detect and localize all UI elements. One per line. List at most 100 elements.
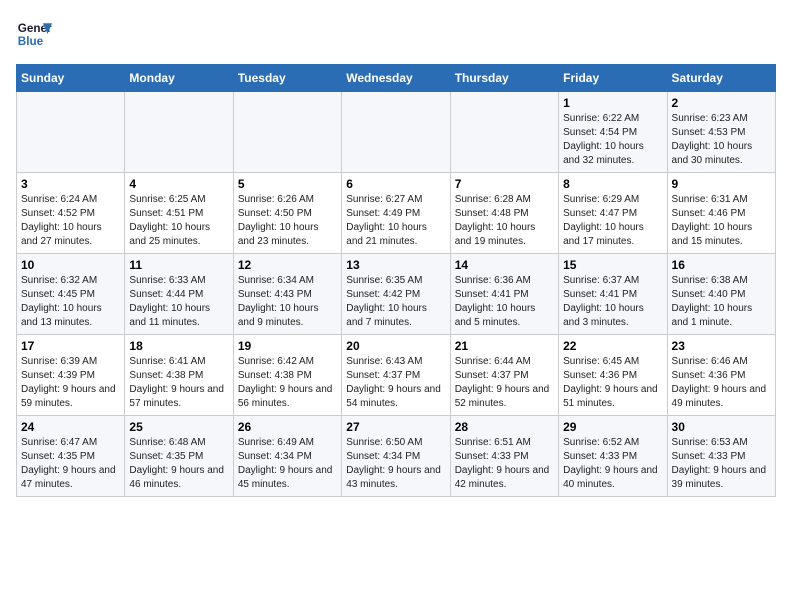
day-number: 20 [346, 339, 445, 353]
day-info: Sunrise: 6:31 AM Sunset: 4:46 PM Dayligh… [672, 193, 771, 249]
weekday-header: Wednesday [342, 65, 450, 92]
calendar-cell: 25 Sunrise: 6:48 AM Sunset: 4:35 PM Dayli… [125, 416, 233, 497]
day-number: 7 [455, 177, 554, 191]
calendar-cell: 24 Sunrise: 6:47 AM Sunset: 4:35 PM Dayli… [17, 416, 125, 497]
day-number: 4 [129, 177, 228, 191]
day-number: 9 [672, 177, 771, 191]
page-header: General Blue [16, 16, 776, 52]
calendar-week: 3 Sunrise: 6:24 AM Sunset: 4:52 PM Daylig… [17, 173, 776, 254]
calendar-cell: 29Sunrise: 6:52 AM Sunset: 4:33 PM Dayli… [559, 416, 667, 497]
day-number: 30 [672, 420, 771, 434]
day-info: Sunrise: 6:49 AM Sunset: 4:34 PM Dayligh… [238, 436, 337, 492]
day-info: Sunrise: 6:36 AM Sunset: 4:41 PM Dayligh… [455, 274, 554, 330]
day-number: 3 [21, 177, 120, 191]
calendar-cell [342, 92, 450, 173]
day-number: 1 [563, 96, 662, 110]
day-info: Sunrise: 6:47 AM Sunset: 4:35 PM Dayligh… [21, 436, 120, 492]
calendar-cell: 17 Sunrise: 6:39 AM Sunset: 4:39 PM Dayli… [17, 335, 125, 416]
day-info: Sunrise: 6:45 AM Sunset: 4:36 PM Dayligh… [563, 355, 662, 411]
day-info: Sunrise: 6:29 AM Sunset: 4:47 PM Dayligh… [563, 193, 662, 249]
day-number: 17 [21, 339, 120, 353]
day-info: Sunrise: 6:32 AM Sunset: 4:45 PM Dayligh… [21, 274, 120, 330]
calendar-cell: 12 Sunrise: 6:34 AM Sunset: 4:43 PM Dayli… [233, 254, 341, 335]
calendar-cell: 15 Sunrise: 6:37 AM Sunset: 4:41 PM Dayli… [559, 254, 667, 335]
day-number: 13 [346, 258, 445, 272]
day-number: 8 [563, 177, 662, 191]
day-number: 15 [563, 258, 662, 272]
calendar-cell: 19 Sunrise: 6:42 AM Sunset: 4:38 PM Dayli… [233, 335, 341, 416]
calendar-cell: 8 Sunrise: 6:29 AM Sunset: 4:47 PM Daylig… [559, 173, 667, 254]
day-number: 23 [672, 339, 771, 353]
day-info: Sunrise: 6:35 AM Sunset: 4:42 PM Dayligh… [346, 274, 445, 330]
day-info: Sunrise: 6:43 AM Sunset: 4:37 PM Dayligh… [346, 355, 445, 411]
svg-text:Blue: Blue [18, 35, 44, 48]
calendar-cell: 20 Sunrise: 6:43 AM Sunset: 4:37 PM Dayli… [342, 335, 450, 416]
day-number: 18 [129, 339, 228, 353]
calendar-cell: 10Sunrise: 6:32 AM Sunset: 4:45 PM Dayli… [17, 254, 125, 335]
calendar-cell: 1 Sunrise: 6:22 AM Sunset: 4:54 PM Daylig… [559, 92, 667, 173]
day-number: 28 [455, 420, 554, 434]
calendar-cell [233, 92, 341, 173]
calendar-cell [450, 92, 558, 173]
day-info: Sunrise: 6:38 AM Sunset: 4:40 PM Dayligh… [672, 274, 771, 330]
calendar-body: 1 Sunrise: 6:22 AM Sunset: 4:54 PM Daylig… [17, 92, 776, 497]
weekday-header: Thursday [450, 65, 558, 92]
day-info: Sunrise: 6:39 AM Sunset: 4:39 PM Dayligh… [21, 355, 120, 411]
day-number: 12 [238, 258, 337, 272]
day-info: Sunrise: 6:52 AM Sunset: 4:33 PM Dayligh… [563, 436, 662, 492]
calendar-cell: 21Sunrise: 6:44 AM Sunset: 4:37 PM Dayli… [450, 335, 558, 416]
day-info: Sunrise: 6:28 AM Sunset: 4:48 PM Dayligh… [455, 193, 554, 249]
day-info: Sunrise: 6:23 AM Sunset: 4:53 PM Dayligh… [672, 112, 771, 168]
day-info: Sunrise: 6:44 AM Sunset: 4:37 PM Dayligh… [455, 355, 554, 411]
day-info: Sunrise: 6:27 AM Sunset: 4:49 PM Dayligh… [346, 193, 445, 249]
day-info: Sunrise: 6:37 AM Sunset: 4:41 PM Dayligh… [563, 274, 662, 330]
day-info: Sunrise: 6:34 AM Sunset: 4:43 PM Dayligh… [238, 274, 337, 330]
calendar-cell: 22 Sunrise: 6:45 AM Sunset: 4:36 PM Dayli… [559, 335, 667, 416]
calendar-cell: 18 Sunrise: 6:41 AM Sunset: 4:38 PM Dayli… [125, 335, 233, 416]
day-number: 27 [346, 420, 445, 434]
weekday-header: Tuesday [233, 65, 341, 92]
calendar-cell: 16 Sunrise: 6:38 AM Sunset: 4:40 PM Dayli… [667, 254, 775, 335]
calendar-cell: 2 Sunrise: 6:23 AM Sunset: 4:53 PM Daylig… [667, 92, 775, 173]
day-number: 16 [672, 258, 771, 272]
calendar-table: SundayMondayTuesdayWednesdayThursdayFrid… [16, 64, 776, 497]
day-number: 2 [672, 96, 771, 110]
calendar-cell: 9 Sunrise: 6:31 AM Sunset: 4:46 PM Daylig… [667, 173, 775, 254]
day-info: Sunrise: 6:48 AM Sunset: 4:35 PM Dayligh… [129, 436, 228, 492]
day-number: 22 [563, 339, 662, 353]
calendar-cell: 30 Sunrise: 6:53 AM Sunset: 4:33 PM Dayli… [667, 416, 775, 497]
calendar-cell: 23 Sunrise: 6:46 AM Sunset: 4:36 PM Dayli… [667, 335, 775, 416]
logo: General Blue [16, 16, 52, 52]
weekday-header: Saturday [667, 65, 775, 92]
calendar-cell: 27 Sunrise: 6:50 AM Sunset: 4:34 PM Dayli… [342, 416, 450, 497]
calendar-cell: 7 Sunrise: 6:28 AM Sunset: 4:48 PM Daylig… [450, 173, 558, 254]
day-number: 19 [238, 339, 337, 353]
day-info: Sunrise: 6:53 AM Sunset: 4:33 PM Dayligh… [672, 436, 771, 492]
day-number: 26 [238, 420, 337, 434]
day-info: Sunrise: 6:25 AM Sunset: 4:51 PM Dayligh… [129, 193, 228, 249]
calendar-week: 10Sunrise: 6:32 AM Sunset: 4:45 PM Dayli… [17, 254, 776, 335]
day-info: Sunrise: 6:26 AM Sunset: 4:50 PM Dayligh… [238, 193, 337, 249]
calendar-cell: 26 Sunrise: 6:49 AM Sunset: 4:34 PM Dayli… [233, 416, 341, 497]
day-info: Sunrise: 6:22 AM Sunset: 4:54 PM Dayligh… [563, 112, 662, 168]
day-info: Sunrise: 6:42 AM Sunset: 4:38 PM Dayligh… [238, 355, 337, 411]
day-number: 6 [346, 177, 445, 191]
day-number: 24 [21, 420, 120, 434]
weekday-header: Friday [559, 65, 667, 92]
day-number: 5 [238, 177, 337, 191]
day-info: Sunrise: 6:33 AM Sunset: 4:44 PM Dayligh… [129, 274, 228, 330]
day-info: Sunrise: 6:41 AM Sunset: 4:38 PM Dayligh… [129, 355, 228, 411]
weekday-header: Monday [125, 65, 233, 92]
calendar-week: 17 Sunrise: 6:39 AM Sunset: 4:39 PM Dayli… [17, 335, 776, 416]
calendar-cell: 13 Sunrise: 6:35 AM Sunset: 4:42 PM Dayli… [342, 254, 450, 335]
calendar-cell: 28Sunrise: 6:51 AM Sunset: 4:33 PM Dayli… [450, 416, 558, 497]
day-number: 25 [129, 420, 228, 434]
day-info: Sunrise: 6:50 AM Sunset: 4:34 PM Dayligh… [346, 436, 445, 492]
day-info: Sunrise: 6:24 AM Sunset: 4:52 PM Dayligh… [21, 193, 120, 249]
calendar-cell: 14Sunrise: 6:36 AM Sunset: 4:41 PM Dayli… [450, 254, 558, 335]
calendar-header: SundayMondayTuesdayWednesdayThursdayFrid… [17, 65, 776, 92]
calendar-cell: 5 Sunrise: 6:26 AM Sunset: 4:50 PM Daylig… [233, 173, 341, 254]
calendar-cell: 4 Sunrise: 6:25 AM Sunset: 4:51 PM Daylig… [125, 173, 233, 254]
calendar-week: 24 Sunrise: 6:47 AM Sunset: 4:35 PM Dayli… [17, 416, 776, 497]
day-info: Sunrise: 6:46 AM Sunset: 4:36 PM Dayligh… [672, 355, 771, 411]
